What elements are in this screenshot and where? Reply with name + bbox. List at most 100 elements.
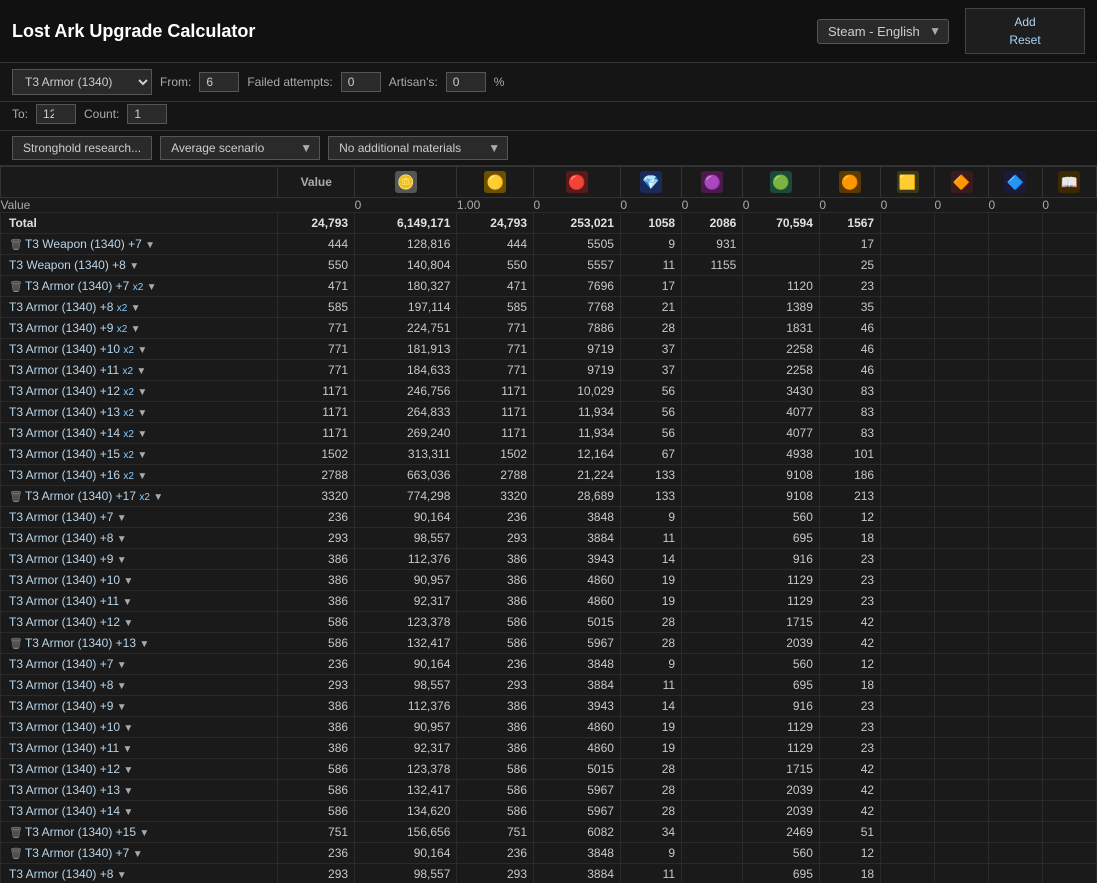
x2-badge: x2: [123, 408, 134, 419]
expand-icon[interactable]: ▼: [123, 618, 133, 629]
item-name-text: T3 Armor (1340) +13: [25, 636, 136, 650]
row-0-v0: 444: [278, 234, 355, 255]
delete-icon[interactable]: 🗑: [9, 491, 23, 503]
expand-icon[interactable]: ▼: [123, 723, 133, 734]
row-5-v9: [935, 339, 989, 360]
row-item-name: T3 Armor (1340) +16 x2 ▼: [1, 465, 278, 486]
scenario-select[interactable]: Average scenarioBest scenarioWorst scena…: [160, 136, 320, 160]
row-7-v5: [682, 381, 743, 402]
stronghold-button[interactable]: Stronghold research...: [12, 136, 152, 160]
expand-icon[interactable]: ▼: [136, 366, 146, 377]
expand-icon[interactable]: ▼: [117, 660, 127, 671]
count-input[interactable]: [127, 104, 167, 124]
row-19-v9: [935, 633, 989, 654]
expand-icon[interactable]: ▼: [117, 513, 127, 524]
table-row: T3 Armor (1340) +10 ▼38690,9573864860191…: [1, 570, 1097, 591]
expand-icon[interactable]: ▼: [117, 681, 127, 692]
delete-icon[interactable]: 🗑: [9, 281, 23, 293]
expand-icon[interactable]: ▼: [137, 408, 147, 419]
table-row: 🗑T3 Armor (1340) +7 ▼23690,1642363848956…: [1, 843, 1097, 864]
delete-icon[interactable]: 🗑: [9, 638, 23, 650]
row-9-v11: [1042, 423, 1096, 444]
row-19-v10: [988, 633, 1042, 654]
expand-icon[interactable]: ▼: [137, 471, 147, 482]
row-11-v3: 21,224: [534, 465, 621, 486]
expand-icon[interactable]: ▼: [153, 492, 163, 503]
row-9-v0: 1171: [278, 423, 355, 444]
item-name-text: T3 Armor (1340) +15: [9, 447, 120, 461]
row-15-v1: 112,376: [355, 549, 457, 570]
to-input[interactable]: [36, 104, 76, 124]
row-17-v5: [682, 591, 743, 612]
row-13-v8: [881, 507, 935, 528]
expand-icon[interactable]: ▼: [133, 849, 143, 860]
from-input[interactable]: [199, 72, 239, 92]
row-item-name: T3 Armor (1340) +9 ▼: [1, 549, 278, 570]
artisans-input[interactable]: [446, 72, 486, 92]
expand-icon[interactable]: ▼: [137, 450, 147, 461]
reset-button[interactable]: Reset: [978, 31, 1072, 49]
row-20-v0: 236: [278, 654, 355, 675]
delete-icon[interactable]: 🗑: [9, 239, 23, 251]
expand-icon[interactable]: ▼: [139, 639, 149, 650]
expand-icon[interactable]: ▼: [131, 303, 141, 314]
row-12-v7: 213: [819, 486, 880, 507]
row-0-v10: [988, 234, 1042, 255]
language-select[interactable]: Steam - EnglishKoreanJapanese: [817, 19, 949, 44]
row-25-v7: 42: [819, 759, 880, 780]
expand-icon[interactable]: ▼: [123, 597, 133, 608]
expand-icon[interactable]: ▼: [145, 240, 155, 251]
expand-icon[interactable]: ▼: [147, 282, 157, 293]
col-book-header: 📖: [1042, 167, 1096, 198]
expand-icon[interactable]: ▼: [131, 324, 141, 335]
expand-icon[interactable]: ▼: [137, 387, 147, 398]
row-1-v7: 25: [819, 255, 880, 276]
row-26-v2: 586: [457, 780, 534, 801]
row-14-v3: 3884: [534, 528, 621, 549]
row-29-v6: 560: [743, 843, 820, 864]
expand-icon[interactable]: ▼: [123, 807, 133, 818]
row-30-v3: 3884: [534, 864, 621, 883]
row-item-name: T3 Armor (1340) +8 ▼: [1, 864, 278, 883]
row-20-v5: [682, 654, 743, 675]
expand-icon[interactable]: ▼: [129, 261, 139, 272]
fusion-icon: 🟨: [897, 171, 919, 193]
row-12-v8: [881, 486, 935, 507]
row-8-v8: [881, 402, 935, 423]
row-12-v5: [682, 486, 743, 507]
row-2-v2: 471: [457, 276, 534, 297]
expand-icon[interactable]: ▼: [123, 576, 133, 587]
expand-icon[interactable]: ▼: [123, 786, 133, 797]
row-item-name: T3 Armor (1340) +9 ▼: [1, 696, 278, 717]
add-button[interactable]: Add: [978, 13, 1072, 31]
col-gem2-header: 🔷: [988, 167, 1042, 198]
expand-icon[interactable]: ▼: [117, 555, 127, 566]
item-type-select[interactable]: T3 Armor (1340): [12, 69, 152, 95]
to-label: To:: [12, 107, 28, 121]
expand-icon[interactable]: ▼: [117, 702, 127, 713]
row-25-v4: 28: [620, 759, 681, 780]
expand-icon[interactable]: ▼: [137, 345, 147, 356]
expand-icon[interactable]: ▼: [117, 534, 127, 545]
row-6-v4: 37: [620, 360, 681, 381]
row-17-v4: 19: [620, 591, 681, 612]
value-row-v4: 0: [620, 198, 681, 213]
row-0-v2: 444: [457, 234, 534, 255]
expand-icon[interactable]: ▼: [139, 828, 149, 839]
row-3-v0: 585: [278, 297, 355, 318]
row-25-v5: [682, 759, 743, 780]
delete-icon[interactable]: 🗑: [9, 827, 23, 839]
row-29-v7: 12: [819, 843, 880, 864]
table-row: T3 Armor (1340) +14 x2 ▼1171269,24011711…: [1, 423, 1097, 444]
expand-icon[interactable]: ▼: [117, 870, 127, 881]
expand-icon[interactable]: ▼: [123, 765, 133, 776]
expand-icon[interactable]: ▼: [137, 429, 147, 440]
delete-icon[interactable]: 🗑: [9, 848, 23, 860]
row-9-v7: 83: [819, 423, 880, 444]
materials-select[interactable]: No additional materialsBook of coordinat…: [328, 136, 508, 160]
expand-icon[interactable]: ▼: [123, 744, 133, 755]
col-silver-header: 🪙: [355, 167, 457, 198]
total-row-v8: 1567: [819, 213, 880, 234]
table-row: T3 Armor (1340) +12 x2 ▼1171246,75611711…: [1, 381, 1097, 402]
failed-input[interactable]: [341, 72, 381, 92]
